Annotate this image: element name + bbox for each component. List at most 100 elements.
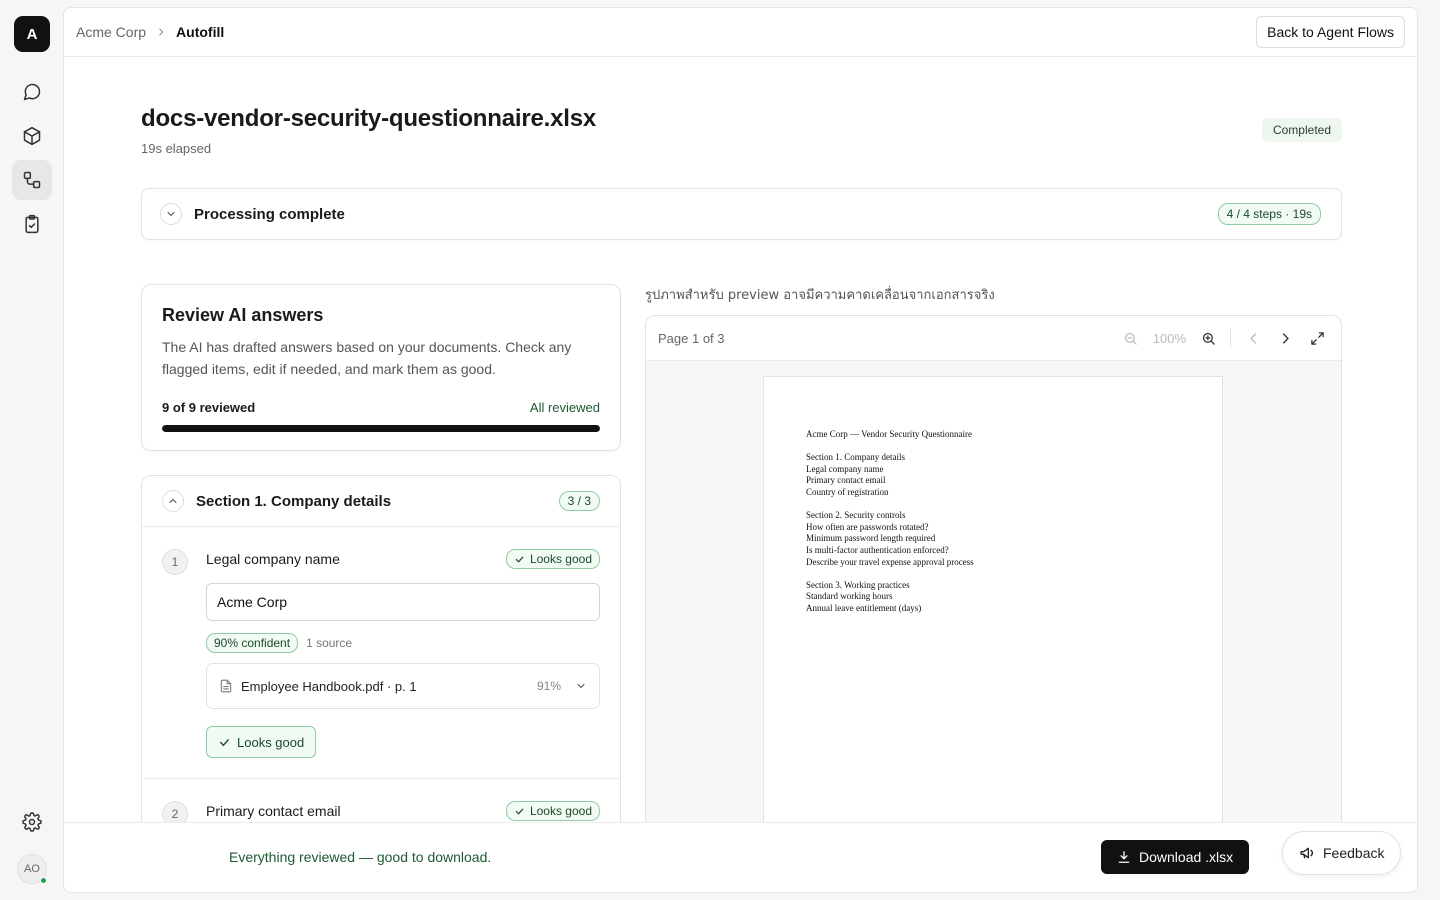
preview-disclaimer: รูปภาพสำหรับ preview อาจมีความคาดเคลื่อน… [645,288,995,303]
question-body: Legal company name Looks good Acme Corp … [206,549,600,758]
top-bar: Acme Corp Autofill Back to Agent Flows [64,8,1417,57]
document-line: How often are passwords rotated? [806,521,929,532]
feedback-label: Feedback [1323,845,1385,861]
section-company-details: Section 1. Company details 3 / 3 1 Legal… [141,475,621,827]
document-line: Minimum password length required [806,533,936,544]
question-item: 1 Legal company name Looks good Acme Cor… [142,527,620,779]
question-title: Legal company name [206,551,340,567]
box-icon[interactable] [12,116,52,156]
download-xlsx-button[interactable]: Download .xlsx [1101,840,1250,874]
breadcrumb-org[interactable]: Acme Corp [76,24,146,40]
processing-panel[interactable]: Processing complete 4 / 4 steps · 19s [141,188,1342,240]
document-line: Section 1. Company details [806,452,905,463]
processing-label: Processing complete [194,205,345,223]
preview-column: รูปภาพสำหรับ preview อาจมีความคาดเคลื่อน… [645,284,1342,875]
question-header: Primary contact email Looks good [206,801,600,821]
section-header[interactable]: Section 1. Company details 3 / 3 [142,476,620,527]
review-description: The AI has drafted answers based on your… [162,339,572,377]
chevron-right-icon[interactable] [1273,326,1297,350]
source-count: 1 source [306,636,353,650]
breadcrumb-current: Autofill [176,24,225,40]
document-line: Acme Corp — Vendor Security Questionnair… [806,429,973,439]
content: docs-vendor-security-questionnaire.xlsx … [141,57,1342,875]
document-page: Acme Corp — Vendor Security Questionnair… [763,376,1223,874]
section-title: Section 1. Company details [196,492,392,510]
back-to-agent-flows-button[interactable]: Back to Agent Flows [1256,16,1405,48]
review-title: Review AI answers [162,305,324,325]
chevron-up-icon[interactable] [162,490,184,512]
steps-badge: 4 / 4 steps · 19s [1217,203,1321,225]
answer-field[interactable]: Acme Corp [206,583,600,621]
document-line: Annual leave entitlement (days) [806,602,922,613]
megaphone-icon [1300,847,1313,859]
expand-icon[interactable] [1305,326,1329,350]
avatar-initials: AO [24,863,40,875]
source-item[interactable]: Employee Handbook.pdf · p. 1 91% [206,663,600,709]
check-icon [515,556,524,562]
chevron-down-icon[interactable] [575,680,587,692]
document-line: Section 2. Security controls [806,510,906,521]
download-label: Download .xlsx [1139,849,1234,865]
source-name: Employee Handbook.pdf · p. 1 [241,678,417,694]
chevron-left-icon[interactable] [1241,326,1265,350]
mark-looks-good-button[interactable]: Looks good [206,726,317,758]
review-count-row: 9 of 9 reviewed All reviewed [162,400,600,415]
status-badge: Completed [1261,118,1342,142]
zoom-level: 100% [1152,330,1186,346]
document-viewer: Page 1 of 3 100% Acme Corp — Vendor Secu… [645,315,1342,875]
review-status: All reviewed [529,400,600,415]
document-icon [220,679,232,693]
question-header: Legal company name Looks good [206,549,600,569]
rail-bottom: AO [12,802,52,884]
elapsed-time: 19s elapsed [141,141,212,156]
gear-icon[interactable] [12,802,52,842]
document-line: Legal company name [806,463,884,474]
question-title: Primary contact email [206,803,341,819]
chevron-down-icon[interactable] [160,203,182,225]
document-line: Standard working hours [806,591,893,602]
question-number: 1 [162,549,188,575]
feedback-button[interactable]: Feedback [1282,831,1402,875]
looks-good-badge-label: Looks good [529,804,592,818]
source-match-percent: 91% [536,679,561,693]
viewer-tools: 100% [1119,326,1329,350]
confidence-badge: 90% confident [206,633,299,653]
document-line: Section 3. Working practices [806,579,910,590]
document-line: Country of registration [806,486,889,497]
review-progress-fill [162,425,600,432]
looks-good-badge: Looks good [505,801,600,821]
document-line: Describe your travel expense approval pr… [806,556,974,567]
review-column: Review AI answers The AI has drafted ans… [141,284,621,827]
viewer-toolbar: Page 1 of 3 100% [646,316,1341,361]
left-rail: A AO [0,0,64,900]
toolbar-divider [1230,329,1231,347]
page-indicator: Page 1 of 3 [658,330,725,346]
viewer-canvas[interactable]: Acme Corp — Vendor Security Questionnair… [646,361,1341,874]
review-count: 9 of 9 reviewed [162,400,256,415]
online-status-dot [40,877,47,884]
zoom-out-icon[interactable] [1119,326,1143,350]
chevron-right-icon [156,24,166,40]
zoom-in-icon[interactable] [1196,326,1220,350]
breadcrumb: Acme Corp Autofill [76,24,224,40]
document-title: docs-vendor-security-questionnaire.xlsx [141,105,596,132]
check-icon [220,738,229,746]
flows-icon[interactable] [12,160,52,200]
clipboard-check-icon[interactable] [12,204,52,244]
mark-looks-good-label: Looks good [237,734,305,750]
review-progress-bar [162,425,600,432]
avatar[interactable]: AO [17,854,47,884]
chat-icon[interactable] [12,72,52,112]
looks-good-badge-label: Looks good [529,552,592,566]
section-count-badge: 3 / 3 [558,491,600,511]
check-icon [515,808,524,814]
workspace-logo[interactable]: A [14,16,50,52]
rail-nav [12,72,52,244]
document-line: Is multi-factor authentication enforced? [806,544,949,555]
looks-good-badge: Looks good [505,549,600,569]
download-icon [1118,851,1130,863]
footer-bar: Everything reviewed — good to download. … [64,822,1417,892]
document-line: Primary contact email [806,475,886,486]
